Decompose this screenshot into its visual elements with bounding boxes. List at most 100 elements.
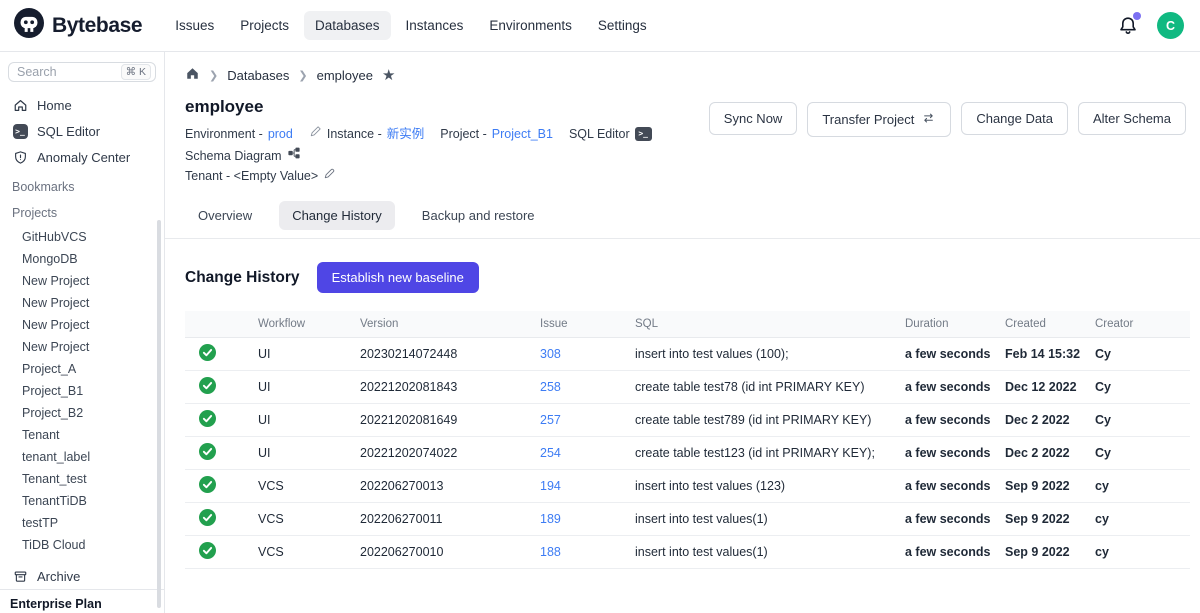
page-actions: Sync Now Transfer Project Change Data	[709, 102, 1186, 186]
cell-sql: insert into test values (123)	[635, 470, 905, 503]
environment-link[interactable]: prod	[268, 124, 293, 144]
notifications-bell-icon[interactable]	[1117, 15, 1139, 37]
issue-link[interactable]: 194	[540, 479, 561, 493]
table-row[interactable]: VCS202206270011189insert into test value…	[185, 503, 1190, 536]
page-title: employee	[185, 97, 709, 117]
tab-change-history[interactable]: Change History	[279, 201, 395, 230]
cell-version: 20221202074022	[360, 437, 540, 470]
sidebar-project-project-a[interactable]: Project_A	[0, 358, 164, 380]
nav-item-settings[interactable]: Settings	[587, 11, 658, 40]
tab-backup-and-restore[interactable]: Backup and restore	[409, 201, 548, 230]
establish-baseline-button[interactable]: Establish new baseline	[317, 262, 479, 293]
page-header: employee Environment - prod	[165, 84, 1200, 186]
sidebar-project-project-b2[interactable]: Project_B2	[0, 402, 164, 424]
sync-now-button[interactable]: Sync Now	[709, 102, 798, 135]
pen-icon	[309, 124, 322, 144]
cell-creator: cy	[1095, 536, 1190, 569]
issue-link[interactable]: 308	[540, 347, 561, 361]
issue-link[interactable]: 257	[540, 413, 561, 427]
sidebar-project-tenant-label[interactable]: tenant_label	[0, 446, 164, 468]
breadcrumb-employee[interactable]: employee	[317, 68, 373, 83]
table-row[interactable]: VCS202206270013194insert into test value…	[185, 470, 1190, 503]
issue-link[interactable]: 258	[540, 380, 561, 394]
cell-version: 202206270011	[360, 503, 540, 536]
shield-icon	[12, 150, 28, 165]
success-check-icon	[199, 344, 216, 361]
edit-pencil-icon[interactable]	[323, 166, 336, 186]
change-data-button[interactable]: Change Data	[961, 102, 1068, 135]
sidebar-item-home[interactable]: Home	[0, 92, 164, 118]
cell-created: Dec 2 2022	[1005, 404, 1095, 437]
cell-duration: a few seconds	[905, 338, 1005, 371]
projects-list: GitHubVCS MongoDB New Project New Projec…	[0, 226, 164, 556]
bytebase-logo[interactable]: Bytebase	[14, 8, 142, 43]
meta-environment: Environment - prod	[185, 124, 293, 144]
cell-sql: create table test123 (id int PRIMARY KEY…	[635, 437, 905, 470]
search-input[interactable]	[17, 65, 107, 79]
cell-creator: cy	[1095, 503, 1190, 536]
sidebar-nav: Home >_ SQL Editor	[0, 92, 164, 170]
success-check-icon	[199, 542, 216, 559]
success-check-icon	[199, 509, 216, 526]
table-row[interactable]: UI20221202074022254create table test123 …	[185, 437, 1190, 470]
breadcrumb-databases[interactable]: Databases	[227, 68, 289, 83]
sidebar-item-label: Home	[37, 98, 72, 113]
sidebar-scrollbar[interactable]	[157, 220, 161, 608]
cell-workflow: UI	[258, 338, 360, 371]
sidebar-project-tenanttidb[interactable]: TenantTiDB	[0, 490, 164, 512]
sidebar-project-project-b1[interactable]: Project_B1	[0, 380, 164, 402]
issue-link[interactable]: 188	[540, 545, 561, 559]
cell-duration: a few seconds	[905, 437, 1005, 470]
sidebar-project-mongodb[interactable]: MongoDB	[0, 248, 164, 270]
main-content: ❯ Databases ❯ employee ★ employee Enviro…	[165, 52, 1200, 613]
sidebar-item-label: SQL Editor	[37, 124, 100, 139]
breadcrumb-separator: ❯	[209, 69, 218, 82]
section-title: Change History	[185, 269, 300, 287]
table-row[interactable]: VCS202206270010188insert into test value…	[185, 536, 1190, 569]
cell-workflow: VCS	[258, 503, 360, 536]
transfer-project-button[interactable]: Transfer Project	[807, 102, 951, 137]
sidebar-project-new-project-4[interactable]: New Project	[0, 336, 164, 358]
cell-duration: a few seconds	[905, 470, 1005, 503]
sidebar-item-archive[interactable]: Archive	[0, 564, 164, 589]
favorite-star-icon[interactable]: ★	[382, 68, 395, 83]
alter-schema-button[interactable]: Alter Schema	[1078, 102, 1186, 135]
sidebar-search[interactable]: ⌘ K	[8, 62, 156, 82]
cell-duration: a few seconds	[905, 503, 1005, 536]
issue-link[interactable]: 254	[540, 446, 561, 460]
meta-schema-diagram-link[interactable]: Schema Diagram	[185, 146, 301, 166]
project-link[interactable]: Project_B1	[492, 124, 553, 144]
nav-item-environments[interactable]: Environments	[478, 11, 583, 40]
nav-item-databases[interactable]: Databases	[304, 11, 391, 40]
sidebar-project-testtp[interactable]: testTP	[0, 512, 164, 534]
sidebar-project-tenant-test[interactable]: Tenant_test	[0, 468, 164, 490]
cell-sql: create table test78 (id int PRIMARY KEY)	[635, 371, 905, 404]
user-avatar[interactable]: C	[1157, 12, 1184, 39]
sidebar-item-anomaly-center[interactable]: Anomaly Center	[0, 144, 164, 170]
sidebar-project-tenant[interactable]: Tenant	[0, 424, 164, 446]
nav-item-instances[interactable]: Instances	[395, 11, 475, 40]
nav-item-projects[interactable]: Projects	[229, 11, 300, 40]
cell-created: Sep 9 2022	[1005, 470, 1095, 503]
archive-icon	[12, 569, 28, 584]
bookmarks-section-label: Bookmarks	[0, 170, 164, 196]
sidebar-project-new-project-1[interactable]: New Project	[0, 270, 164, 292]
cell-workflow: VCS	[258, 470, 360, 503]
issue-link[interactable]: 189	[540, 512, 561, 526]
breadcrumb-home-icon[interactable]	[185, 66, 200, 84]
table-row[interactable]: UI20221202081649257create table test789 …	[185, 404, 1190, 437]
sidebar-project-new-project-2[interactable]: New Project	[0, 292, 164, 314]
meta-sql-editor-link[interactable]: SQL Editor >_	[569, 124, 652, 144]
nav-item-issues[interactable]: Issues	[164, 11, 225, 40]
sidebar-project-githubvcs[interactable]: GitHubVCS	[0, 226, 164, 248]
cell-creator: Cy	[1095, 404, 1190, 437]
instance-link[interactable]: 新实例	[387, 124, 425, 144]
table-row[interactable]: UI20221202081843258create table test78 (…	[185, 371, 1190, 404]
tab-overview[interactable]: Overview	[185, 201, 265, 230]
sidebar-project-new-project-3[interactable]: New Project	[0, 314, 164, 336]
sidebar-project-tidb-cloud[interactable]: TiDB Cloud	[0, 534, 164, 556]
meta-tenant: Tenant - <Empty Value>	[185, 166, 336, 186]
table-row[interactable]: UI20230214072448308insert into test valu…	[185, 338, 1190, 371]
terminal-icon: >_	[12, 124, 28, 139]
sidebar-item-sql-editor[interactable]: >_ SQL Editor	[0, 118, 164, 144]
